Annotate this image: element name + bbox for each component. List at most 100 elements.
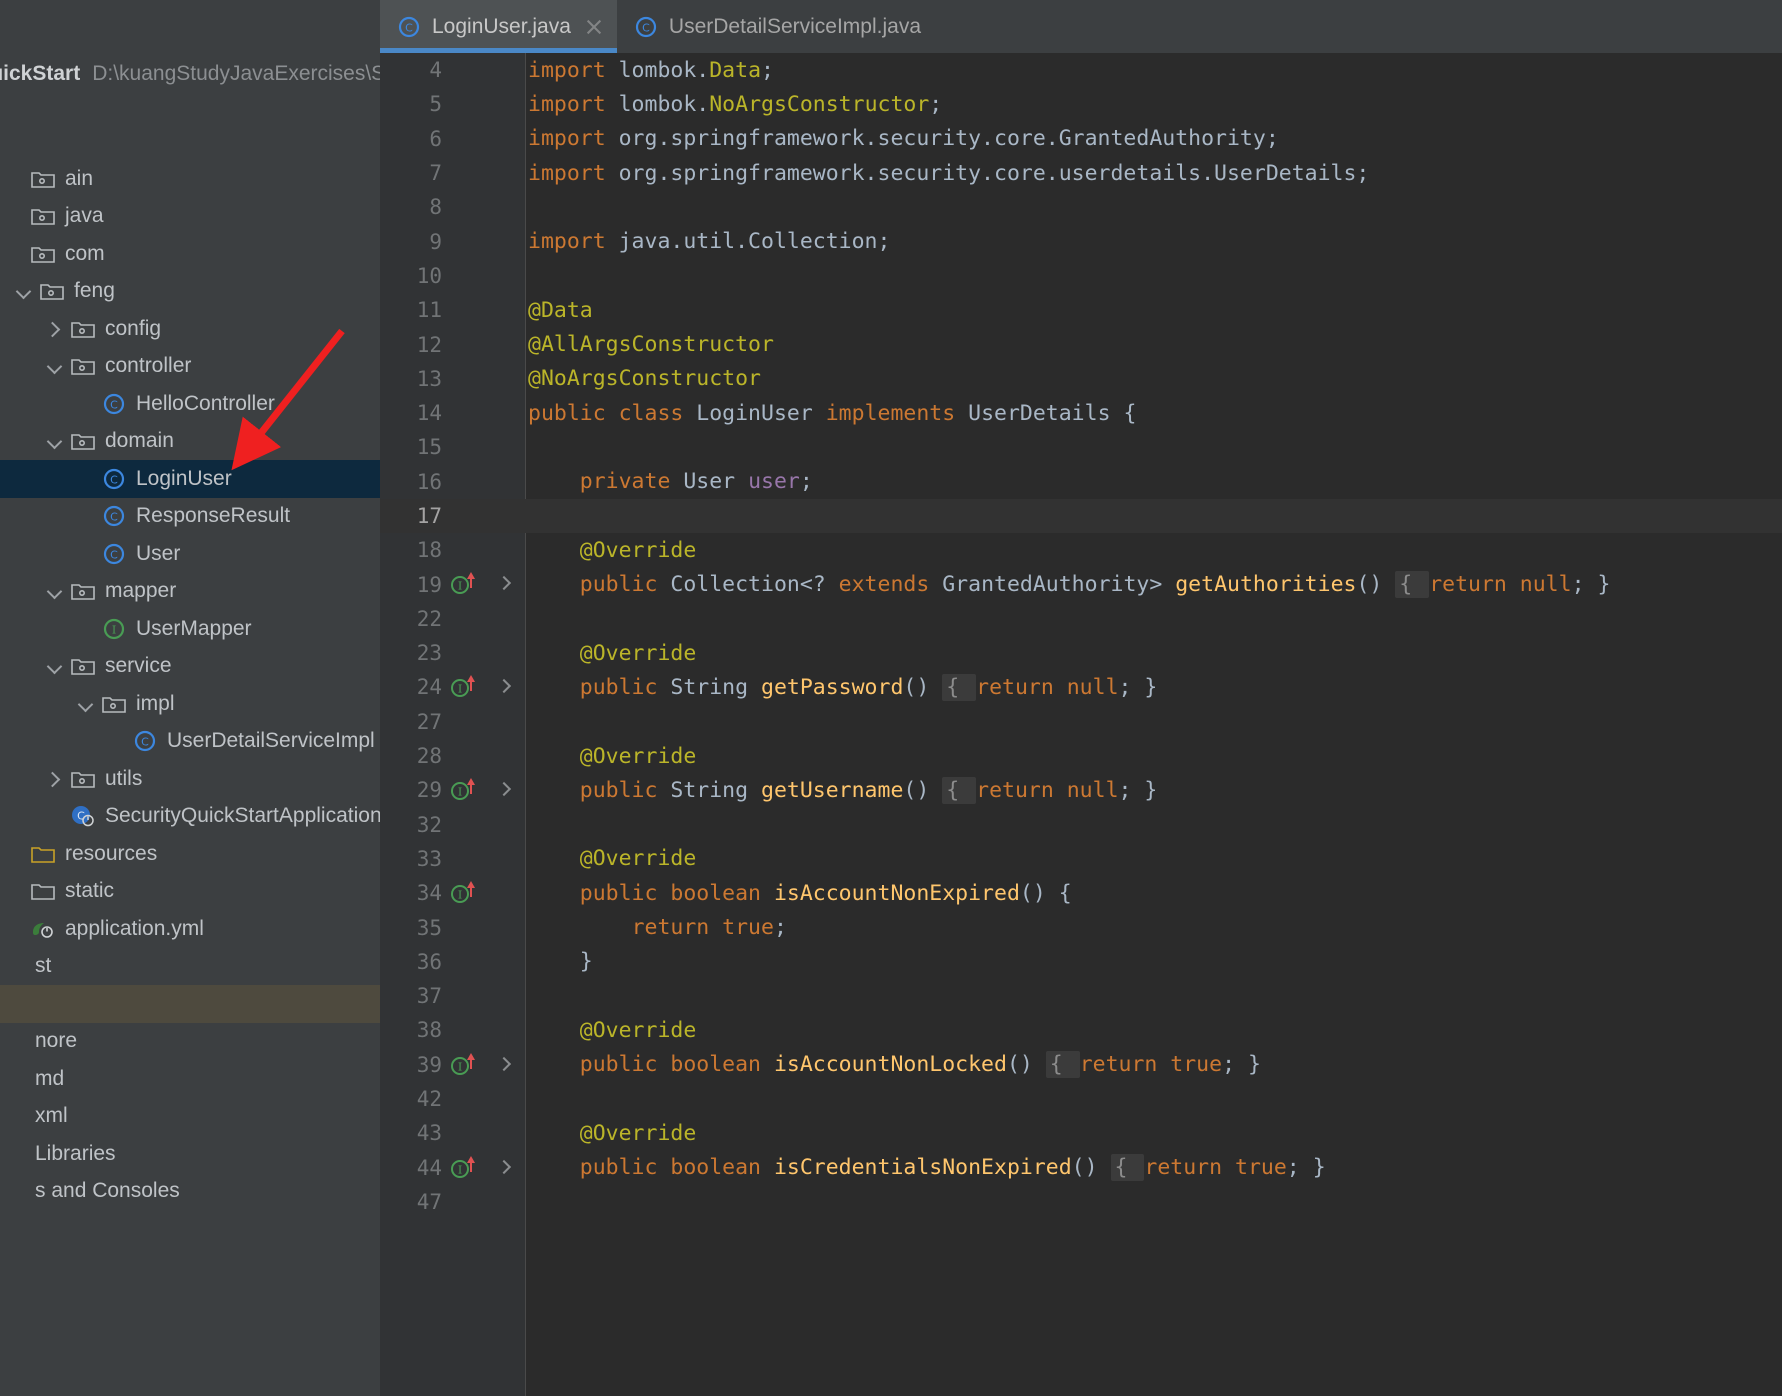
code-token: public — [579, 777, 671, 803]
tree-item-hellocontroller[interactable]: C HelloController — [0, 385, 380, 423]
code-line[interactable]: 47 — [380, 1185, 1782, 1219]
code-line[interactable]: 34 I public boolean isAccountNonExpired()… — [380, 876, 1782, 910]
tree-item-user[interactable]: C User — [0, 535, 380, 573]
tree-item-mapper[interactable]: mapper — [0, 573, 380, 611]
chevron-down-icon[interactable] — [40, 584, 68, 598]
folded-code-marker[interactable]: { — [1395, 571, 1430, 599]
chevron-right-icon[interactable] — [40, 772, 68, 786]
code-line[interactable]: 27 — [380, 705, 1782, 739]
chevron-down-icon[interactable] — [9, 284, 37, 298]
close-icon[interactable] — [585, 18, 603, 36]
tree-item-application-yml[interactable]: application.yml — [0, 910, 380, 948]
code-line[interactable]: 4 import lombok.Data; — [380, 53, 1782, 87]
implements-method-gutter-icon[interactable]: I — [450, 777, 480, 809]
folded-code-marker[interactable]: { — [1110, 1154, 1145, 1182]
code-line[interactable]: 29 I public String getUsername() { return… — [380, 773, 1782, 807]
code-line[interactable]: 35 return true; — [380, 910, 1782, 944]
implements-method-gutter-icon[interactable]: I — [450, 1052, 480, 1084]
code-line[interactable]: 23 @Override — [380, 636, 1782, 670]
tree-item-ain[interactable]: ain — [0, 160, 380, 198]
code-line[interactable]: 10 — [380, 259, 1782, 293]
code-line[interactable]: 6 import org.springframework.security.cor… — [380, 122, 1782, 156]
tree-item-label: config — [105, 316, 162, 340]
code-token: isAccountNonLocked — [773, 1052, 1007, 1078]
code-line[interactable]: 9 import java.util.Collection; — [380, 224, 1782, 258]
code-editor[interactable]: 4 import lombok.Data; 5 import lombok.NoArg… — [380, 53, 1782, 1396]
tree-item-service[interactable]: service — [0, 648, 380, 686]
tree-item-userdetailserviceimpl[interactable]: C UserDetailServiceImpl — [0, 723, 380, 761]
folded-code-marker[interactable]: { — [1045, 1051, 1080, 1079]
code-line[interactable]: 11 @Data — [380, 293, 1782, 327]
tree-item-usermapper[interactable]: I UserMapper — [0, 610, 380, 648]
fold-expand-icon[interactable] — [498, 680, 510, 692]
fold-expand-icon[interactable] — [498, 1161, 510, 1173]
implements-method-gutter-icon[interactable]: I — [450, 674, 480, 706]
code-line[interactable]: 37 — [380, 979, 1782, 1013]
editor-tab-userdetailserviceimpl[interactable]: C UserDetailServiceImpl.java — [617, 0, 935, 53]
code-line[interactable]: 28 @Override — [380, 739, 1782, 773]
line-number: 44 — [416, 1155, 442, 1180]
tree-item-feng[interactable]: feng — [0, 273, 380, 311]
tree-item-blank[interactable] — [0, 985, 380, 1023]
chevron-down-icon[interactable] — [71, 697, 99, 711]
tree-item-utils[interactable]: utils — [0, 760, 380, 798]
code-line[interactable]: 36 } — [380, 945, 1782, 979]
tree-item-label: s and Consoles — [35, 1179, 180, 1203]
code-line[interactable]: 16 private User user; — [380, 465, 1782, 499]
code-line[interactable]: 8 — [380, 190, 1782, 224]
tree-item-st[interactable]: st — [0, 948, 380, 986]
tree-item-xml[interactable]: xml — [0, 1098, 380, 1136]
code-line[interactable]: 7 import org.springframework.security.cor… — [380, 156, 1782, 190]
tree-item-java[interactable]: java — [0, 198, 380, 236]
tree-item-controller[interactable]: controller — [0, 348, 380, 386]
code-line[interactable]: 12 @AllArgsConstructor — [380, 327, 1782, 361]
tree-item-libraries[interactable]: Libraries — [0, 1135, 380, 1173]
code-line[interactable]: 17 — [380, 498, 1782, 534]
tree-item-nore[interactable]: nore — [0, 1023, 380, 1061]
fold-expand-icon[interactable] — [498, 577, 510, 589]
code-line[interactable]: 22 — [380, 602, 1782, 636]
tree-item-config[interactable]: config — [0, 310, 380, 348]
tree-item-securityquickstartapplication[interactable]: C SecurityQuickStartApplication — [0, 798, 380, 836]
code-line[interactable]: 33 @Override — [380, 842, 1782, 876]
project-tree[interactable]: ain java com feng config controller C HelloCont… — [0, 160, 380, 1210]
code-line[interactable]: 38 @Override — [380, 1013, 1782, 1047]
chevron-down-icon[interactable] — [40, 434, 68, 448]
code-line[interactable]: 24 I public String getPassword() { return… — [380, 670, 1782, 704]
code-line[interactable]: 44 I public boolean isCredentialsNonExpir… — [380, 1151, 1782, 1185]
folded-code-marker[interactable]: { — [942, 776, 977, 804]
implements-method-gutter-icon[interactable]: I — [450, 880, 480, 912]
editor-tab-loginuser[interactable]: C LoginUser.java — [380, 0, 617, 53]
code-line[interactable]: 5 import lombok.NoArgsConstructor; — [380, 87, 1782, 121]
code-line[interactable]: 43 @Override — [380, 1116, 1782, 1150]
code-line[interactable]: 15 — [380, 430, 1782, 464]
code-line[interactable]: 14 public class LoginUser implements User… — [380, 396, 1782, 430]
chevron-right-icon[interactable] — [40, 322, 68, 336]
line-number: 27 — [416, 709, 442, 734]
implements-method-gutter-icon[interactable]: I — [450, 1155, 480, 1187]
tree-item-impl[interactable]: impl — [0, 685, 380, 723]
folded-code-marker[interactable]: { — [942, 673, 977, 701]
code-line[interactable]: 32 — [380, 808, 1782, 842]
code-line[interactable]: 18 @Override — [380, 533, 1782, 567]
code-line[interactable]: 13 @NoArgsConstructor — [380, 362, 1782, 396]
editor-tab-bar[interactable]: C LoginUser.java C UserDetailServiceImpl.ja… — [380, 0, 1782, 53]
tree-item-s-and-consoles[interactable]: s and Consoles — [0, 1173, 380, 1211]
tree-item-resources[interactable]: resources — [0, 835, 380, 873]
code-text: public String getUsername() { return nul… — [528, 776, 1157, 804]
chevron-down-icon[interactable] — [40, 659, 68, 673]
fold-expand-icon[interactable] — [498, 783, 510, 795]
code-line[interactable]: 19 I public Collection<? extends GrantedA… — [380, 567, 1782, 601]
chevron-down-icon[interactable] — [40, 359, 68, 373]
code-line[interactable]: 39 I public boolean isAccountNonLocked() … — [380, 1048, 1782, 1082]
tree-item-domain[interactable]: domain — [0, 423, 380, 461]
tree-item-static[interactable]: static — [0, 873, 380, 911]
code-line[interactable]: 42 — [380, 1082, 1782, 1116]
implements-method-gutter-icon[interactable]: I — [450, 571, 480, 603]
tree-item-responseresult[interactable]: C ResponseResult — [0, 498, 380, 536]
tree-item-loginuser[interactable]: C LoginUser — [0, 460, 380, 498]
fold-expand-icon[interactable] — [498, 1058, 510, 1070]
folder-icon — [28, 881, 58, 901]
tree-item-md[interactable]: md — [0, 1060, 380, 1098]
tree-item-com[interactable]: com — [0, 235, 380, 273]
